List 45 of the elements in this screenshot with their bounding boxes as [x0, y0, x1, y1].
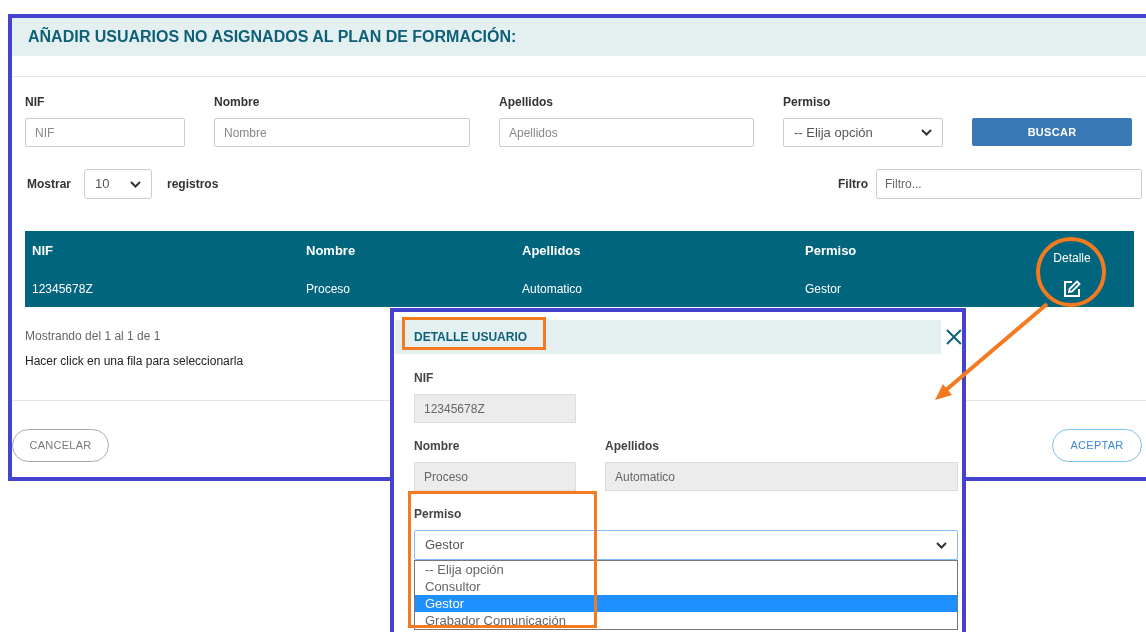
- page-size-select[interactable]: 10: [84, 169, 152, 199]
- table-cell-text: Automatico: [522, 281, 584, 298]
- column-header: Apellidos: [522, 242, 582, 261]
- column-header: Nombre: [306, 242, 357, 261]
- hint-text: Hacer click en una fila para seleccionarla: [25, 353, 244, 370]
- text-field[interactable]: NIF: [25, 118, 185, 147]
- field-label: Permiso: [414, 506, 463, 523]
- field-label: Permiso: [783, 94, 832, 111]
- permission-select[interactable]: Gestor: [414, 530, 958, 560]
- field-label: Nombre: [414, 438, 461, 455]
- permission-select[interactable]: -- Elija opción: [783, 118, 943, 147]
- close-icon[interactable]: [946, 329, 962, 345]
- results-count: Mostrando del 1 al 1 de 1: [25, 328, 161, 345]
- field-label: NIF: [25, 94, 46, 111]
- field-label: NIF: [414, 370, 435, 387]
- field-label: Apellidos: [605, 438, 660, 455]
- readonly-field[interactable]: Proceso: [414, 462, 576, 491]
- field-label: Nombre: [214, 94, 261, 111]
- text-field[interactable]: Apellidos: [499, 118, 754, 147]
- dropdown-option[interactable]: -- Elija opción: [415, 561, 957, 578]
- chevron-down-icon: [130, 180, 141, 188]
- readonly-field[interactable]: 12345678Z: [414, 394, 576, 423]
- column-header: Permiso: [805, 242, 858, 261]
- filter-field[interactable]: Filtro...: [876, 169, 1142, 199]
- chevron-down-icon: [936, 541, 947, 549]
- records-label: registros: [167, 176, 219, 193]
- dialog-title: DETALLE USUARIO: [414, 330, 528, 344]
- readonly-field[interactable]: Automatico: [605, 462, 958, 491]
- table-cell-text: Proceso: [306, 281, 352, 298]
- field-label: Apellidos: [499, 94, 554, 111]
- search-button[interactable]: BUSCAR: [972, 118, 1132, 146]
- dropdown-option[interactable]: Consultor: [415, 578, 957, 595]
- table-cell-text: 12345678Z: [32, 281, 94, 298]
- chevron-down-icon: [921, 129, 932, 136]
- dropdown-option[interactable]: Gestor: [415, 595, 957, 612]
- text-field[interactable]: Nombre: [214, 118, 470, 147]
- column-header: Detalle: [1052, 250, 1092, 267]
- dropdown-option[interactable]: Grabador Comunicación: [415, 612, 957, 629]
- show-label: Mostrar: [27, 176, 71, 193]
- filter-label: Filtro: [838, 176, 868, 193]
- column-header: NIF: [32, 242, 54, 261]
- highlight-ellipse: [1036, 237, 1106, 307]
- panel-title: AÑADIR USUARIOS NO ASIGNADOS AL PLAN DE FORMACIÓN:: [28, 26, 517, 47]
- edit-icon[interactable]: [1063, 280, 1081, 298]
- table-cell-text: Gestor: [805, 281, 842, 298]
